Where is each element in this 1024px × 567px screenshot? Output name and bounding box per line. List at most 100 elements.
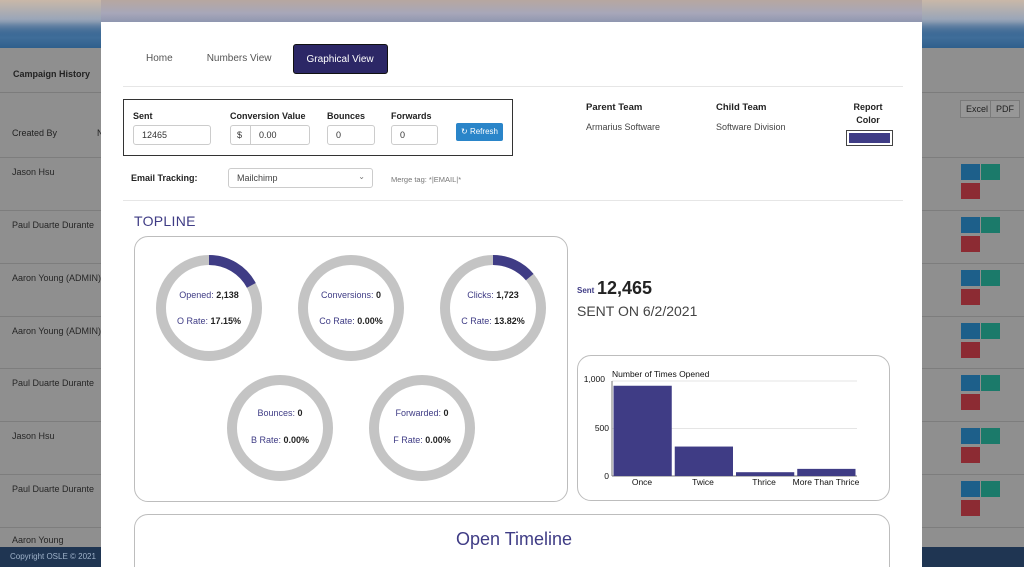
bounces-count: Bounces: 0 [257, 408, 303, 418]
bounces-input[interactable]: 0 [327, 125, 375, 145]
chart-icon[interactable] [961, 164, 980, 180]
created-by-cell: Jason Hsu [12, 431, 55, 441]
parent-team-value: Armarius Software [586, 122, 661, 132]
opened-ring [156, 255, 262, 361]
section-divider [123, 200, 903, 201]
delete-icon[interactable] [961, 342, 980, 358]
campaign-inputs-box: Sent 12465 Conversion Value $ 0.00 Bounc… [123, 99, 513, 156]
clicks-rate: C Rate: 13.82% [461, 316, 525, 326]
forwarded-count: Forwarded: 0 [395, 408, 449, 418]
email-tracking-value: Mailchimp [237, 173, 278, 183]
currency-prefix: $ [230, 125, 250, 145]
bar-twice [674, 446, 733, 476]
sent-input[interactable]: 12465 [133, 125, 211, 145]
y-tick-label: 0 [604, 471, 609, 481]
report-color-swatch[interactable] [846, 130, 893, 146]
clicks-ring [440, 255, 546, 361]
modal-header-banner [101, 0, 922, 22]
created-by-cell: Aaron Young [12, 535, 64, 545]
chevron-down-icon: ⌄ [358, 172, 365, 181]
row-actions [961, 323, 1001, 358]
chart-icon[interactable] [961, 270, 980, 286]
edit-icon[interactable] [981, 217, 1000, 233]
tab-graphical-view[interactable]: Graphical View [292, 44, 388, 74]
pdf-export-button[interactable]: PDF [990, 100, 1020, 118]
created-by-cell: Paul Duarte Durante [12, 484, 95, 494]
created-by-cell: Paul Duarte Durante [12, 378, 95, 388]
sent-on-date: SENT ON 6/2/2021 [577, 303, 698, 319]
delete-icon[interactable] [961, 289, 980, 305]
row-actions [961, 375, 1001, 410]
y-tick-label: 500 [594, 423, 609, 433]
conversion-value-label: Conversion Value [230, 111, 306, 121]
bar-once [613, 385, 672, 476]
clicks-donut: Clicks: 1,723 C Rate: 13.82% [439, 254, 547, 362]
row-actions [961, 270, 1001, 305]
forwards-input[interactable]: 0 [391, 125, 438, 145]
edit-icon[interactable] [981, 428, 1000, 444]
conversions-count: Conversions: 0 [320, 290, 382, 300]
delete-icon[interactable] [961, 236, 980, 252]
sent-count: 12,465 [597, 278, 653, 298]
email-tracking-label: Email Tracking: [131, 173, 198, 183]
row-actions [961, 217, 1001, 252]
edit-icon[interactable] [981, 375, 1000, 391]
created-by-cell: Aaron Young (ADMIN) [12, 273, 102, 283]
sent-small-label: Sent [577, 286, 595, 295]
created-by-cell: Paul Duarte Durante [12, 220, 95, 230]
x-tick-label: Twice [692, 477, 714, 487]
report-color-label: Report Color [853, 102, 883, 125]
refresh-label: Refresh [469, 127, 498, 136]
row-actions [961, 164, 1001, 199]
bounces-rate: B Rate: 0.00% [250, 435, 310, 445]
forwarded-ring [369, 375, 475, 481]
tab-numbers-view[interactable]: Numbers View [194, 44, 285, 74]
row-actions [961, 481, 1001, 516]
delete-icon[interactable] [961, 500, 980, 516]
campaign-history-title: Campaign History [13, 69, 91, 79]
opened-count: Opened: 2,138 [179, 290, 239, 300]
opened-donut: Opened: 2,138 O Rate: 17.15% [155, 254, 263, 362]
tabs-divider [123, 86, 903, 87]
refresh-icon: ↻ [461, 127, 470, 136]
edit-icon[interactable] [981, 481, 1000, 497]
tab-home[interactable]: Home [133, 44, 186, 74]
delete-icon[interactable] [961, 183, 980, 199]
chart-icon[interactable] [961, 217, 980, 233]
forwarded-rate: F Rate: 0.00% [393, 435, 451, 445]
opened-rate: O Rate: 17.15% [176, 316, 242, 326]
conversions-donut: Conversions: 0 Co Rate: 0.00% [297, 254, 405, 362]
edit-icon[interactable] [981, 323, 1000, 339]
conversion-value-input[interactable]: 0.00 [250, 125, 310, 145]
forwards-label: Forwards [391, 111, 432, 121]
created-by-cell: Jason Hsu [12, 167, 55, 177]
excel-export-button[interactable]: Excel [960, 100, 995, 118]
report-color-fill [849, 133, 890, 143]
parent-team-label: Parent Team [586, 102, 643, 113]
created-by-cell: Aaron Young (ADMIN) [12, 326, 102, 336]
refresh-button[interactable]: ↻ Refresh [456, 123, 503, 141]
bounces-donut: Bounces: 0 B Rate: 0.00% [226, 374, 334, 482]
delete-icon[interactable] [961, 447, 980, 463]
edit-icon[interactable] [981, 164, 1000, 180]
delete-icon[interactable] [961, 394, 980, 410]
chart-icon[interactable] [961, 428, 980, 444]
y-tick-label: 1,000 [583, 374, 605, 384]
bar-more-than-thrice [797, 468, 856, 476]
chart-icon[interactable] [961, 323, 980, 339]
conversions-rate: Co Rate: 0.00% [319, 316, 383, 326]
sent-label: Sent [133, 111, 153, 121]
view-tabs: Home Numbers View Graphical View [133, 44, 388, 74]
forwarded-donut: Forwarded: 0 F Rate: 0.00% [368, 374, 476, 482]
x-tick-label: Thrice [752, 477, 776, 487]
open-timeline-heading: Open Timeline [456, 529, 573, 549]
column-header-created-by[interactable]: Created By [12, 128, 57, 138]
topline-heading: TOPLINE [134, 213, 196, 229]
edit-icon[interactable] [981, 270, 1000, 286]
chart-icon[interactable] [961, 375, 980, 391]
x-tick-label: More Than Thrice [792, 477, 860, 487]
email-tracking-select[interactable]: Mailchimp ⌄ [228, 168, 373, 188]
merge-tag-hint: Merge tag: *|EMAIL|* [391, 175, 462, 184]
clicks-count: Clicks: 1,723 [467, 290, 519, 300]
chart-icon[interactable] [961, 481, 980, 497]
